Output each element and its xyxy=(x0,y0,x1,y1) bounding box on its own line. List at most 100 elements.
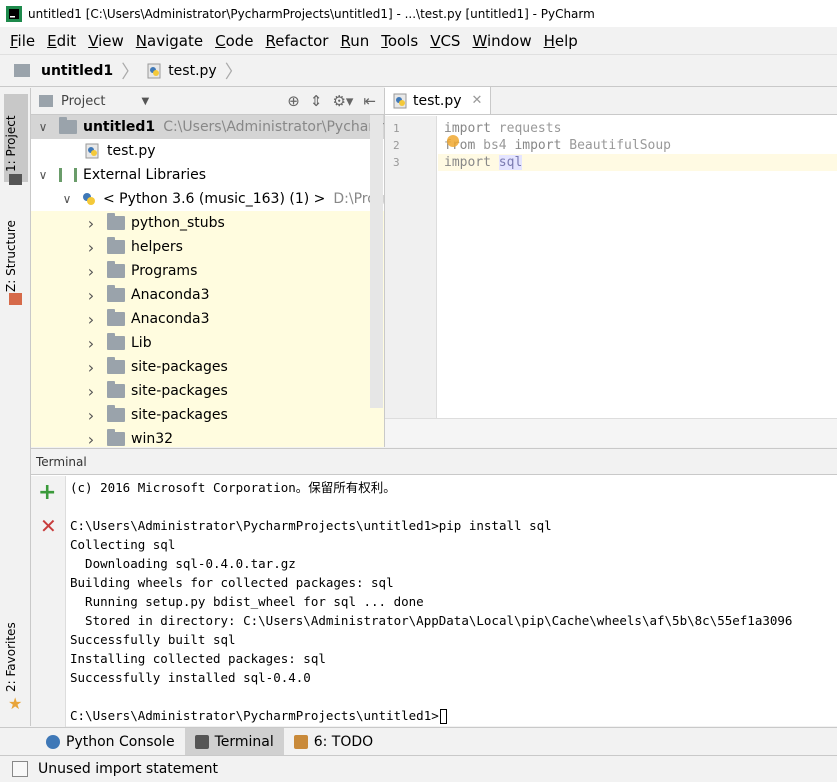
menu-vcs[interactable]: VCS xyxy=(424,32,466,50)
tree-folder-label: Anaconda3 xyxy=(131,311,210,327)
external-libraries-label: External Libraries xyxy=(83,167,206,183)
line-number: 2 xyxy=(393,139,400,152)
close-icon[interactable]: ✕ xyxy=(472,93,483,108)
tree-folder-row[interactable]: › win32 xyxy=(83,427,173,447)
tree-folder-row[interactable]: › site-packages xyxy=(83,379,228,403)
folder-icon xyxy=(107,261,125,278)
chevron-right-icon[interactable]: › xyxy=(83,214,99,233)
terminal-line: C:\Users\Administrator\PycharmProjects\u… xyxy=(70,706,837,725)
line-number: 1 xyxy=(393,122,400,135)
terminal-line: Successfully built sql xyxy=(70,632,236,647)
chevron-right-icon[interactable]: › xyxy=(83,406,99,425)
menu-window[interactable]: Window xyxy=(466,32,537,50)
project-panel-header: Project ▼ ⊕ ⇕ ⚙▾ ⇤ xyxy=(31,88,384,115)
bottom-tab-terminal[interactable]: Terminal xyxy=(184,727,284,756)
tree-file-test-py[interactable]: test.py xyxy=(85,139,156,163)
chevron-right-icon[interactable]: › xyxy=(83,358,99,377)
chevron-right-icon[interactable]: › xyxy=(83,430,99,448)
project-view-selector[interactable]: Project xyxy=(61,94,105,109)
hide-panel-icon[interactable]: ⇤ xyxy=(363,92,376,110)
code-area[interactable]: import requests from bs4 import Beautifu… xyxy=(438,116,837,447)
gear-icon[interactable]: ⚙▾ xyxy=(332,92,353,110)
code-text: BeautifulSoup xyxy=(561,138,671,153)
status-message: Unused import statement xyxy=(38,761,218,777)
bottom-tab-python[interactable]: Python Console xyxy=(36,728,185,756)
project-view-icon xyxy=(39,95,53,107)
chevron-right-icon[interactable]: › xyxy=(83,262,99,281)
tool-windows-toggle-icon[interactable] xyxy=(12,761,28,777)
editor-panel: test.py ✕ 1 2 3 import requests from bs4… xyxy=(384,87,837,447)
menu-refactor[interactable]: Refactor xyxy=(260,32,335,50)
tree-folder-label: Programs xyxy=(131,263,198,279)
menu-view[interactable]: View xyxy=(82,32,130,50)
chevron-right-icon[interactable]: › xyxy=(83,238,99,257)
tree-folder-row[interactable]: › Anaconda3 xyxy=(83,307,210,331)
line-number-gutter: 1 2 3 xyxy=(385,116,437,447)
tree-folder-row[interactable]: › Programs xyxy=(83,259,197,283)
terminal-line: (c) 2016 Microsoft Corporation。保留所有权利。 xyxy=(70,480,396,495)
chevron-right-icon[interactable]: › xyxy=(83,382,99,401)
new-session-plus-icon[interactable]: + xyxy=(38,482,56,504)
chevron-down-icon[interactable]: ▼ xyxy=(141,96,149,107)
tree-folder-row[interactable]: › Lib xyxy=(83,331,152,355)
tree-folder-row[interactable]: › Anaconda3 xyxy=(83,283,210,307)
breadcrumb-file[interactable]: test.py xyxy=(147,63,217,79)
menu-run[interactable]: Run xyxy=(334,32,375,50)
chevron-down-icon[interactable]: ∨ xyxy=(35,120,51,134)
terminal-output[interactable]: (c) 2016 Microsoft Corporation。保留所有权利。 C:… xyxy=(70,478,837,727)
menu-label: elp xyxy=(554,31,578,50)
menu-label: avigate xyxy=(147,31,204,50)
chevron-down-icon[interactable]: ∨ xyxy=(35,168,51,182)
tree-root[interactable]: ∨ untitled1 C:\Users\Administrator\Pycha… xyxy=(35,115,384,139)
editor-tab-test-py[interactable]: test.py ✕ xyxy=(385,87,492,114)
title-bar: untitled1 [C:\Users\Administrator\Pychar… xyxy=(0,0,837,27)
project-tree: ∨ untitled1 C:\Users\Administrator\Pycha… xyxy=(31,115,384,447)
terminal-icon xyxy=(194,734,209,749)
star-icon: ★ xyxy=(8,694,23,713)
folder-icon xyxy=(59,117,77,134)
folder-icon xyxy=(107,381,125,398)
tree-external-libraries[interactable]: ∨ External Libraries xyxy=(35,163,206,187)
menu-mnemonic: H xyxy=(543,31,555,50)
lightbulb-icon[interactable] xyxy=(447,135,459,147)
tree-folder-row[interactable]: › helpers xyxy=(83,235,183,259)
terminal-line: Installing collected packages: sql xyxy=(70,651,326,666)
close-session-icon[interactable]: ✕ xyxy=(40,516,57,536)
menu-label: ile xyxy=(17,31,36,50)
favorites-tool-tab[interactable]: 2: Favorites xyxy=(4,622,18,692)
locate-icon[interactable]: ⊕ xyxy=(287,92,300,110)
menu-tools[interactable]: Tools xyxy=(375,32,424,50)
project-scrollbar[interactable] xyxy=(370,115,383,408)
keyword: import xyxy=(444,121,491,136)
tree-python-sdk[interactable]: ∨ < Python 3.6 (music_163) (1) > D:\Prog… xyxy=(59,187,384,211)
menu-navigate[interactable]: Navigate xyxy=(130,32,209,50)
menu-edit[interactable]: Edit xyxy=(41,32,82,50)
project-tool-tab[interactable]: 1: Project xyxy=(4,115,18,172)
terminal-line: Building wheels for collected packages: … xyxy=(70,575,394,590)
menu-label: dit xyxy=(56,31,77,50)
menu-label: ools xyxy=(387,31,419,50)
tree-folder-label: win32 xyxy=(131,431,174,447)
menu-code[interactable]: Code xyxy=(209,32,259,50)
bottom-tab-todo[interactable]: 6: TODO xyxy=(284,728,383,756)
unused-import-highlight: sql xyxy=(498,155,523,170)
chevron-right-icon[interactable]: › xyxy=(83,286,99,305)
menu-file[interactable]: File xyxy=(4,32,41,50)
code-line-1: import requests xyxy=(444,120,561,137)
tree-folder-row[interactable]: › site-packages xyxy=(83,403,228,427)
breadcrumb-project[interactable]: untitled1 xyxy=(14,63,113,79)
structure-tool-tab[interactable]: Z: Structure xyxy=(4,220,18,292)
chevron-right-icon[interactable]: › xyxy=(83,310,99,329)
chevron-right-icon[interactable]: › xyxy=(83,334,99,353)
folder-icon xyxy=(107,213,125,230)
tree-folder-row[interactable]: › site-packages xyxy=(83,355,228,379)
project-tool-icon xyxy=(9,174,22,185)
tree-folder-row[interactable]: › python_stubs xyxy=(83,211,225,235)
menu-help[interactable]: Help xyxy=(538,32,584,50)
terminal-title: Terminal xyxy=(36,454,87,469)
left-tool-strip: 1: Project Z: Structure 2: Favorites ★ xyxy=(0,88,31,726)
collapse-all-icon[interactable]: ⇕ xyxy=(310,92,323,110)
chevron-down-icon[interactable]: ∨ xyxy=(59,192,75,206)
project-panel: Project ▼ ⊕ ⇕ ⚙▾ ⇤ ∨ untitled1 C:\Users\… xyxy=(31,88,384,447)
